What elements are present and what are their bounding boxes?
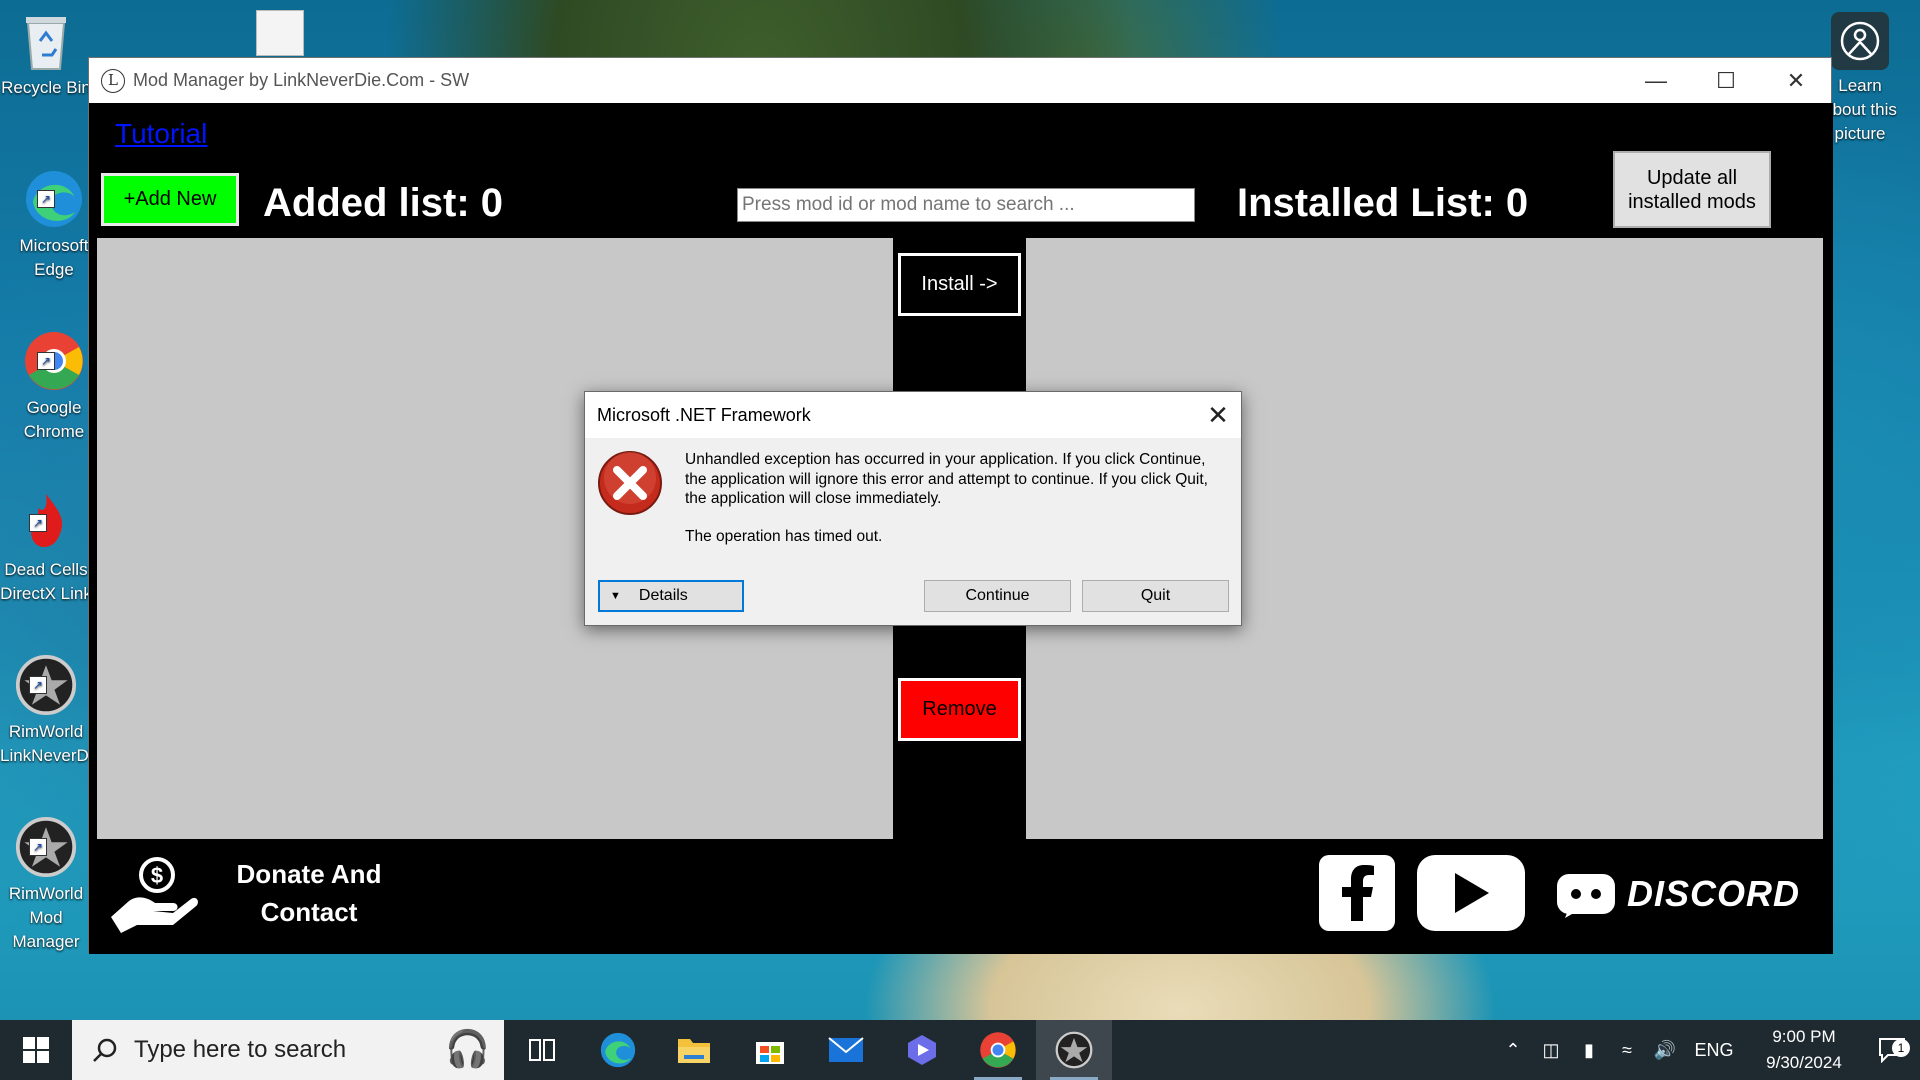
discord-icon [1556, 874, 1615, 918]
recycle-bin-icon [15, 10, 77, 72]
store-icon [756, 1042, 784, 1064]
svg-text:$: $ [151, 863, 163, 888]
taskbar-edge[interactable] [580, 1020, 656, 1080]
clock[interactable]: 9:00 PM 9/30/2024 [1744, 1024, 1864, 1076]
app-logo-icon: L [101, 68, 125, 93]
donate-hand-icon[interactable]: $ [107, 855, 199, 935]
desktop-icon-label: Recycle Bin [1, 78, 91, 97]
desktop-icon-edge[interactable]: ↗ Microsoft Edge [8, 168, 100, 282]
desktop-icon-label: RimWorld LinkNeverDie [0, 722, 103, 765]
rimworld-icon [1055, 1031, 1093, 1069]
rimworld-icon: ↗ [15, 654, 77, 716]
rimworld-icon: ↗ [15, 816, 77, 878]
install-button[interactable]: Install -> [898, 253, 1021, 316]
close-button[interactable]: ✕ [1761, 58, 1831, 103]
desktop-icon-label: RimWorld Mod Manager [8, 884, 84, 951]
video-editor-icon [908, 1035, 936, 1065]
system-tray: ⌃ ◫ ▮ ≈ 🔊 ENG 9:00 PM 9/30/2024 1 [1494, 1020, 1920, 1080]
shortcut-arrow-icon: ↗ [29, 838, 47, 856]
tutorial-link[interactable]: Tutorial [115, 118, 207, 150]
task-view-button[interactable] [504, 1020, 580, 1080]
desktop-icon-rimworld-mod-manager[interactable]: ↗ RimWorld Mod Manager [0, 816, 92, 954]
installed-list-count: Installed List: 0 [1237, 181, 1529, 225]
desktop-icon-label: Microsoft Edge [19, 236, 89, 279]
clock-date: 9/30/2024 [1766, 1053, 1842, 1072]
notification-count: 1 [1892, 1039, 1910, 1057]
taskbar-search-placeholder: Type here to search [134, 1036, 347, 1063]
quit-button[interactable]: Quit [1082, 580, 1229, 612]
clock-time: 9:00 PM [1772, 1027, 1836, 1046]
desktop-icon-label: Google Chrome [23, 398, 85, 441]
maximize-button[interactable]: ☐ [1691, 58, 1761, 103]
desktop-icon-dead-cells[interactable]: ↗ Dead Cells DirectX Link [0, 492, 92, 606]
meet-now-icon[interactable]: ◫ [1532, 1040, 1570, 1061]
search-icon [93, 1038, 117, 1062]
details-button[interactable]: ▼ Details [598, 580, 744, 612]
wifi-icon[interactable]: ≈ [1608, 1040, 1646, 1061]
desktop-icon-chrome[interactable]: ↗ Google Chrome [8, 330, 100, 444]
taskbar-chrome[interactable] [960, 1020, 1036, 1080]
dialog-close-button[interactable]: ✕ [1195, 392, 1241, 438]
dialog-error-detail: The operation has timed out. [685, 528, 883, 545]
minimize-button[interactable]: — [1621, 58, 1691, 103]
search-highlight-icon: 🎧 [445, 1028, 490, 1069]
mail-icon [828, 1037, 864, 1062]
shortcut-arrow-icon: ↗ [29, 676, 47, 694]
taskbar-mod-manager[interactable] [1036, 1020, 1112, 1080]
error-icon [597, 450, 663, 516]
triangle-down-icon: ▼ [610, 590, 621, 602]
action-center-button[interactable]: 1 [1864, 1037, 1920, 1063]
dead-cells-icon: ↗ [15, 492, 77, 554]
dialog-title-bar: Microsoft .NET Framework ✕ [585, 392, 1241, 438]
task-view-icon [529, 1039, 555, 1061]
update-all-mods-button[interactable]: Update all installed mods [1613, 151, 1771, 228]
folder-icon [678, 1039, 710, 1063]
camera-icon [1831, 12, 1889, 70]
shortcut-arrow-icon: ↗ [37, 352, 55, 370]
mod-search-input[interactable] [737, 188, 1195, 222]
battery-icon[interactable]: ▮ [1570, 1040, 1608, 1061]
shortcut-arrow-icon: ↗ [37, 190, 55, 208]
discord-label: DISCORD [1626, 873, 1800, 914]
donate-contact-link[interactable]: Donate And Contact [219, 855, 399, 931]
taskbar-file-explorer[interactable] [656, 1020, 732, 1080]
windows-icon [23, 1037, 49, 1063]
desktop-icon-rimworld-lnd[interactable]: ↗ RimWorld LinkNeverDie [0, 654, 102, 768]
dialog-message: Unhandled exception has occurred in your… [685, 451, 1208, 507]
remove-button[interactable]: Remove [898, 678, 1021, 741]
facebook-icon[interactable] [1319, 855, 1395, 931]
start-button[interactable] [0, 1020, 72, 1080]
language-indicator[interactable]: ENG [1684, 1040, 1744, 1061]
about-picture-label: Learn about this picture [1823, 76, 1897, 143]
title-bar: L Mod Manager by LinkNeverDie.Com - SW —… [89, 58, 1831, 103]
chevron-up-icon[interactable]: ⌃ [1494, 1040, 1532, 1061]
discord-link[interactable]: DISCORD [1555, 863, 1800, 925]
chrome-icon: ↗ [23, 330, 85, 392]
edge-icon [600, 1032, 636, 1068]
volume-icon[interactable]: 🔊 [1646, 1040, 1684, 1061]
chrome-icon [980, 1032, 1016, 1068]
dialog-title: Microsoft .NET Framework [597, 404, 811, 425]
youtube-icon[interactable] [1417, 855, 1525, 931]
edge-icon: ↗ [23, 168, 85, 230]
net-framework-error-dialog: Microsoft .NET Framework ✕ Unhandled exc… [584, 391, 1242, 626]
desktop-icon-recycle-bin[interactable]: Recycle Bin [0, 10, 92, 100]
details-label: Details [638, 587, 688, 604]
taskbar: Type here to search 🎧 ⌃ ◫ ▮ ≈ 🔊 ENG 9:00… [0, 1020, 1920, 1080]
taskbar-mail[interactable] [808, 1020, 884, 1080]
shortcut-arrow-icon: ↗ [29, 514, 47, 532]
added-list-count: Added list: 0 [263, 181, 504, 225]
taskbar-store[interactable] [732, 1020, 808, 1080]
add-new-button[interactable]: +Add New [101, 173, 239, 226]
file-icon[interactable] [256, 10, 304, 56]
window-title: Mod Manager by LinkNeverDie.Com - SW [133, 70, 470, 90]
continue-button[interactable]: Continue [924, 580, 1071, 612]
taskbar-search-box[interactable]: Type here to search 🎧 [72, 1020, 504, 1080]
taskbar-video-editor[interactable] [884, 1020, 960, 1080]
desktop-icon-label: Dead Cells DirectX Link [0, 560, 92, 603]
